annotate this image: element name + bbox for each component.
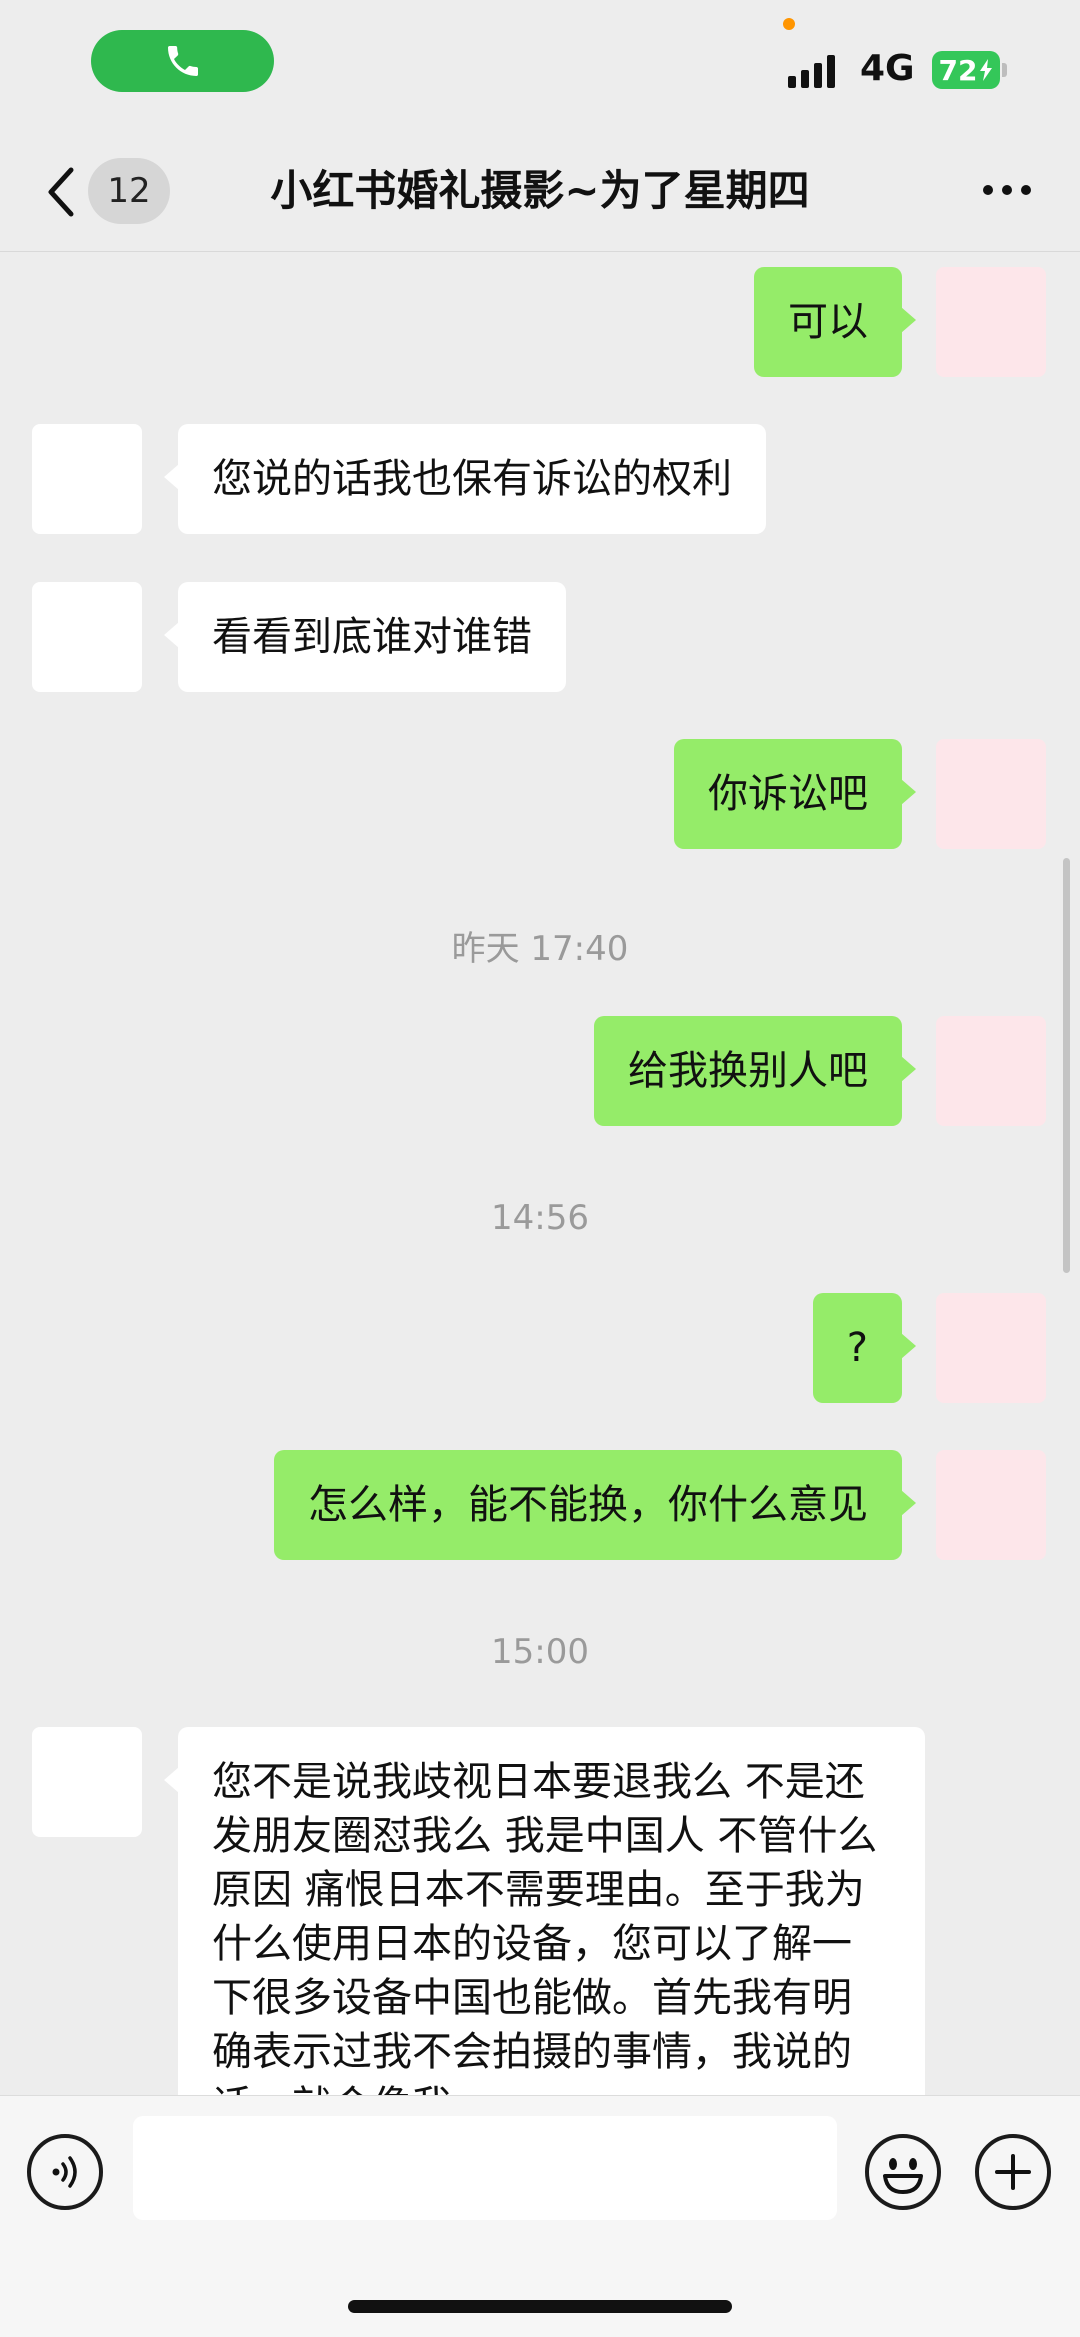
plus-icon [995, 2154, 1031, 2190]
my-message-bubble[interactable]: 可以 [754, 267, 916, 377]
peer-avatar[interactable] [32, 1727, 142, 1837]
unread-count-badge[interactable]: 12 [88, 158, 170, 224]
scrollbar[interactable] [1063, 858, 1070, 1273]
my-avatar[interactable] [936, 739, 1046, 849]
peer-message-bubble[interactable]: 您说的话我也保有诉讼的权利 [164, 424, 766, 534]
charging-bolt-icon [980, 59, 993, 81]
my-avatar[interactable] [936, 267, 1046, 377]
voice-icon [52, 2156, 77, 2188]
peer-message-bubble[interactable]: 看看到底谁对谁错 [164, 582, 566, 692]
cellular-signal-icon [788, 52, 835, 88]
timestamp: 14:56 [491, 1198, 589, 1238]
battery-level: 72 [938, 53, 978, 87]
chat-screen: 4G 72 12 小红书婚礼摄影~为了星期四 可以 您说的话我也保有诉讼的权利 [0, 0, 1080, 2337]
message-input[interactable] [133, 2116, 837, 2220]
my-avatar[interactable] [936, 1293, 1046, 1403]
chat-title: 小红书婚礼摄影~为了星期四 [270, 166, 810, 215]
my-message-bubble[interactable]: 你诉讼吧 [674, 739, 916, 849]
more-dots-icon[interactable] [972, 170, 1042, 210]
emoji-icon [883, 2158, 923, 2194]
my-message-bubble[interactable]: ? [812, 1293, 917, 1403]
my-avatar[interactable] [936, 1016, 1046, 1126]
ongoing-call-pill[interactable] [91, 30, 274, 92]
peer-avatar[interactable] [32, 424, 142, 534]
status-bar: 4G 72 [0, 0, 1080, 130]
voice-button[interactable] [27, 2134, 103, 2210]
my-message-bubble[interactable]: 怎么样，能不能换，你什么意见 [274, 1450, 916, 1560]
chat-header: 12 小红书婚礼摄影~为了星期四 [0, 130, 1080, 252]
home-indicator[interactable] [348, 2300, 732, 2313]
battery-icon: 72 [932, 51, 1000, 89]
phone-icon [167, 46, 198, 76]
my-message-bubble[interactable]: 给我换别人吧 [594, 1016, 916, 1126]
plus-button[interactable] [975, 2134, 1051, 2210]
privacy-indicator [783, 18, 795, 30]
my-avatar[interactable] [936, 1450, 1046, 1560]
back-button[interactable] [40, 162, 80, 222]
back-chevron-icon [48, 167, 74, 217]
peer-avatar[interactable] [32, 582, 142, 692]
timestamp: 昨天 17:40 [451, 929, 629, 969]
peer-message-bubble[interactable]: 您不是说我歧视日本要退我么 不是还发朋友圈怼我么 我是中国人 不管什么原因 痛恨… [164, 1727, 925, 2095]
message-list[interactable]: 可以 您说的话我也保有诉讼的权利 看看到底谁对谁错 你诉讼吧 昨天 17:40 … [0, 253, 1080, 2095]
emoji-button[interactable] [865, 2134, 941, 2210]
timestamp: 15:00 [491, 1632, 589, 1672]
battery-cap [1002, 63, 1007, 77]
network-type: 4G [860, 48, 915, 89]
